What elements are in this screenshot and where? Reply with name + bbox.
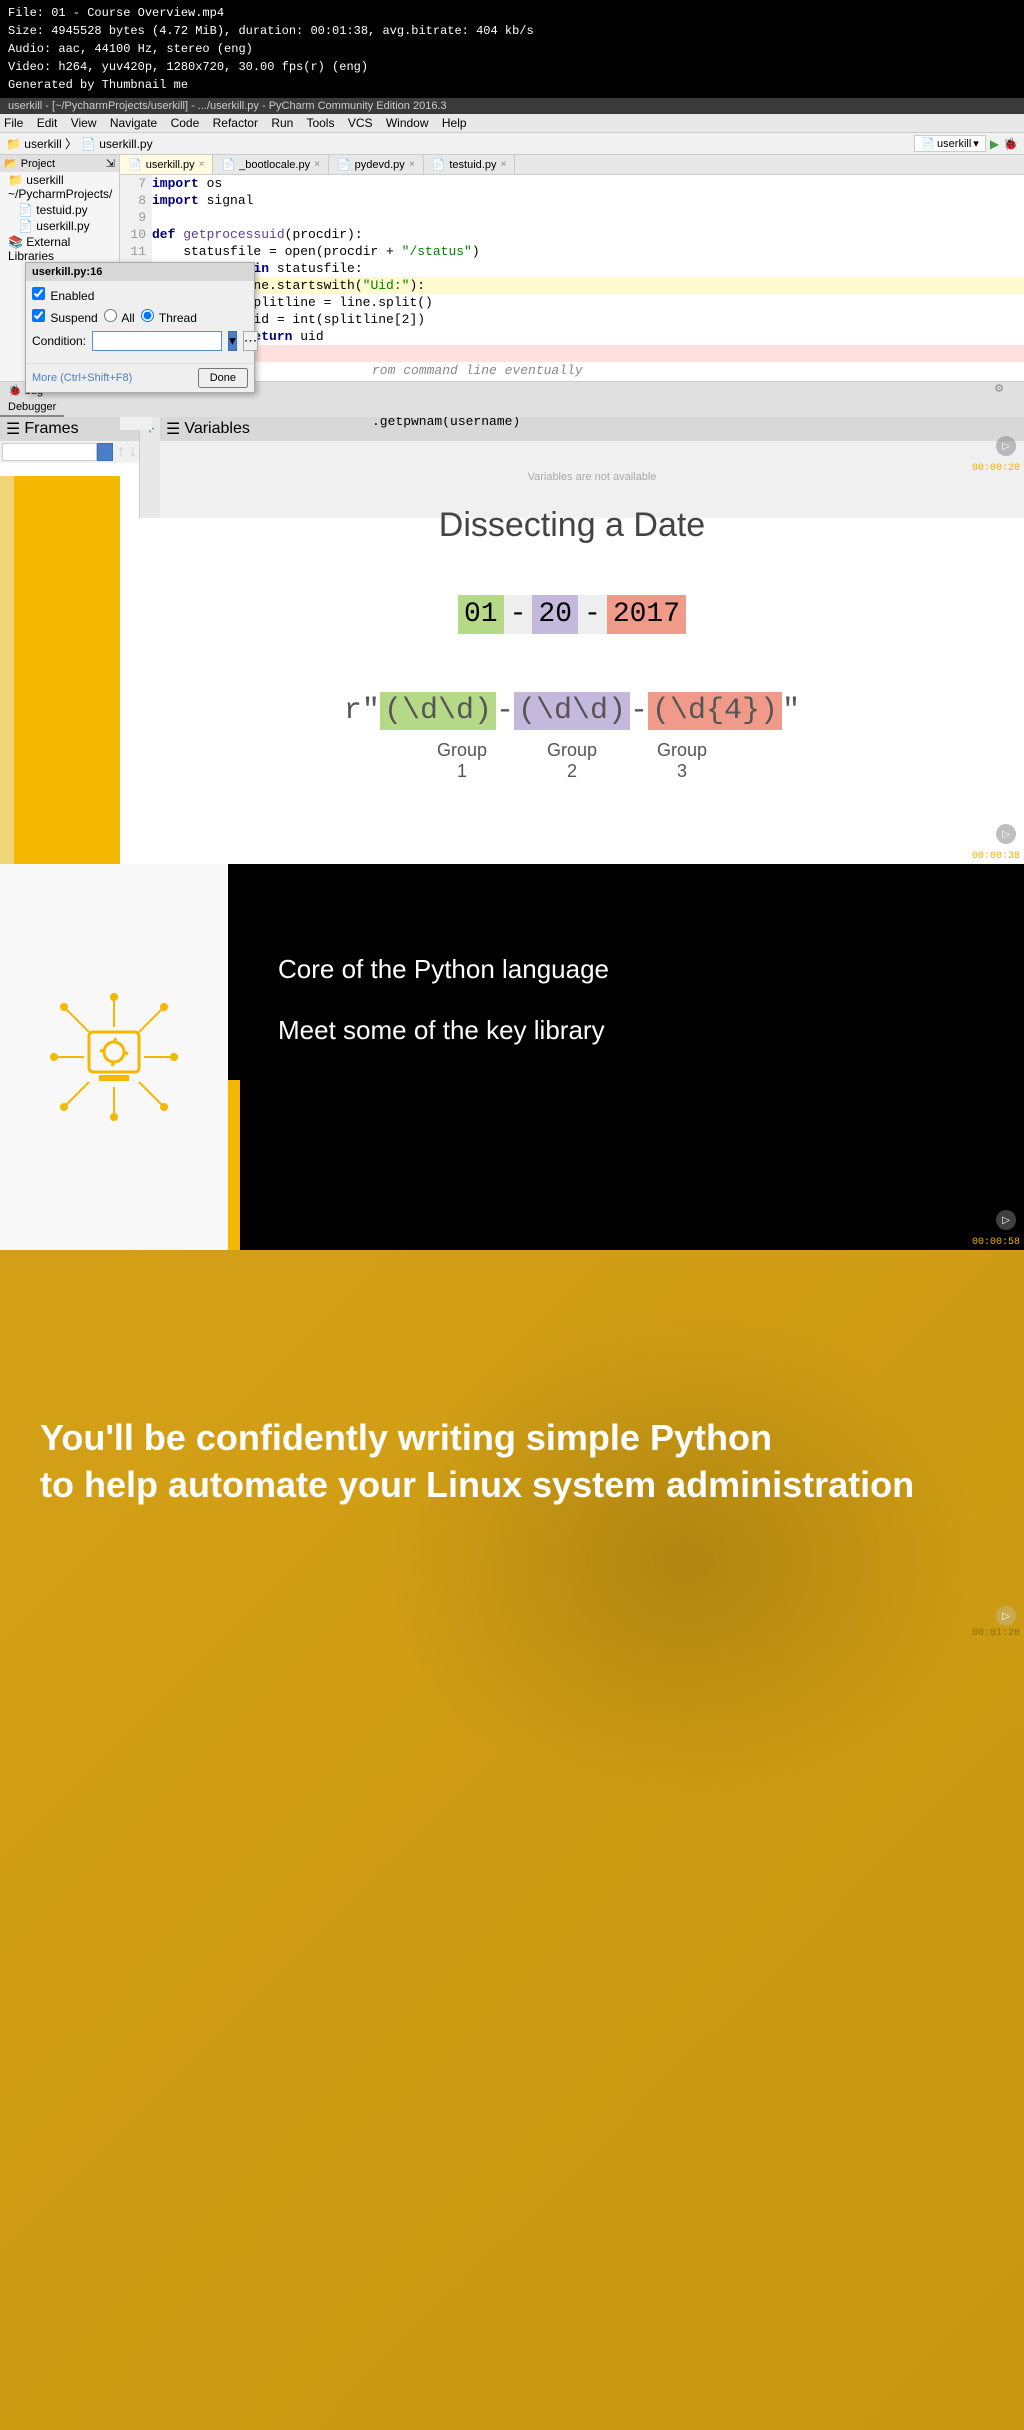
window-title: userkill - [~/PycharmProjects/userkill] … [0,98,1024,114]
date-sep1: - [504,595,533,634]
close-icon[interactable]: × [314,159,320,170]
enabled-checkbox[interactable]: Enabled [32,287,94,303]
date-example: 01 - 20 - 2017 [140,595,1004,634]
slide-core-python: Core of the Python language Meet some of… [0,864,1024,1250]
play-overlay-icon: ▷ [996,436,1016,456]
frames-dropdown-icon[interactable] [97,443,113,461]
debugger-tab[interactable]: Debugger [0,399,64,417]
menu-refactor[interactable]: Refactor [213,116,258,130]
audio-line: Audio: aac, 44100 Hz, stereo (eng) [8,40,1016,58]
play-overlay-icon: ▷ [996,1606,1016,1626]
video-line: Video: h264, yuv420p, 1280x720, 30.00 fp… [8,58,1016,76]
gen-line: Generated by Thumbnail me [8,76,1016,94]
condition-dropdown-icon[interactable]: ▾ [228,331,237,351]
slide-dissecting-date: Dissecting a Date 01 - 20 - 2017 r"(\d\d… [0,476,1024,864]
tab-userkill[interactable]: 📄 userkill.py × [120,155,213,174]
debug-button-icon[interactable]: 🐞 [1003,137,1018,151]
date-day: 20 [532,595,578,634]
computer-gear-icon [44,987,184,1127]
sidebar-collapse-icon[interactable]: ⇲ [106,157,115,170]
close-icon[interactable]: × [409,159,415,170]
tree-file-testuid[interactable]: 📄 testuid.py [0,202,119,218]
menubar: File Edit View Navigate Code Refactor Ru… [0,114,1024,133]
laptop-background [384,1310,984,1810]
menu-view[interactable]: View [71,116,97,130]
project-header[interactable]: 📂 Project ⇲ [0,155,119,172]
slide3-text: Core of the Python language Meet some of… [228,864,1024,1250]
condition-input[interactable] [92,331,222,351]
video-metadata-header: File: 01 - Course Overview.mp4 Size: 494… [0,0,1024,98]
menu-code[interactable]: Code [171,116,200,130]
menu-tools[interactable]: Tools [306,116,334,130]
tab-testuid[interactable]: 📄 testuid.py × [424,155,516,174]
editor-tabs: 📄 userkill.py × 📄 _bootlocale.py × 📄 pyd… [120,155,1024,175]
popup-title: userkill.py:16 [26,263,254,281]
date-month: 01 [458,595,504,634]
tree-external-libs[interactable]: 📚 External Libraries [0,234,119,264]
more-link[interactable]: More (Ctrl+Shift+F8) [32,372,132,384]
breadcrumb-bar: 📁 userkill 〉 📄 userkill.py 📄 userkill ▾ … [0,133,1024,155]
close-icon[interactable]: × [500,159,506,170]
frames-select[interactable] [2,443,97,461]
timestamp-4: 00:01:20 [972,1628,1020,1639]
breakpoint-popup: userkill.py:16 Enabled Suspend All Threa… [25,262,255,393]
accent-bar [228,1080,240,1250]
date-sep2: - [578,595,607,634]
condition-expand-icon[interactable]: ⋯ [243,331,258,351]
breadcrumb-project[interactable]: 📁 userkill 〉 [6,135,77,152]
timestamp-3: 00:00:58 [972,1237,1020,1248]
menu-window[interactable]: Window [386,116,429,130]
menu-file[interactable]: File [4,116,23,130]
slide-conclusion: You'll be confidently writing simple Pyt… [0,1250,1024,2430]
slide2-title: Dissecting a Date [140,506,1004,545]
frames-icon: ☰ [6,419,20,439]
regex-group1: (\d\d) [380,692,496,730]
group1-label: Group1 [422,740,502,782]
size-line: Size: 4945528 bytes (4.72 MiB), duration… [8,22,1016,40]
all-radio[interactable]: All [104,309,135,325]
gear-icon[interactable]: ⚙ [994,382,1004,395]
breadcrumb-file[interactable]: 📄 userkill.py [81,137,153,151]
timestamp-1: 00:00:20 [972,463,1020,474]
regex-example: r"(\d\d)-(\d\d)-(\d{4})" [140,694,1004,728]
file-line: File: 01 - Course Overview.mp4 [8,4,1016,22]
close-icon[interactable]: × [199,159,205,170]
thread-radio[interactable]: Thread [141,309,197,325]
play-overlay-icon: ▷ [996,1210,1016,1230]
slide4-text: You'll be confidently writing simple Pyt… [40,1415,914,1509]
ide-screenshot: userkill - [~/PycharmProjects/userkill] … [0,98,1024,476]
slide2-accent-bar [0,476,120,864]
done-button[interactable]: Done [198,368,248,388]
timestamp-2: 00:00:38 [972,851,1020,862]
run-button-icon[interactable]: ▶ [990,137,999,151]
menu-navigate[interactable]: Navigate [110,116,157,130]
group3-label: Group3 [642,740,722,782]
menu-run[interactable]: Run [271,116,293,130]
regex-group2: (\d\d) [514,692,630,730]
condition-label: Condition: [32,334,86,348]
run-config-selector[interactable]: 📄 userkill ▾ [914,135,985,152]
regex-group3: (\d{4}) [648,692,782,730]
tree-root[interactable]: 📁 userkill ~/PycharmProjects/ [0,172,119,202]
tab-pydevd[interactable]: 📄 pydevd.py × [329,155,424,174]
play-overlay-icon: ▷ [996,824,1016,844]
frame-down-icon[interactable]: ↓ [129,443,137,461]
tab-bootlocale[interactable]: 📄 _bootlocale.py × [213,155,329,174]
menu-edit[interactable]: Edit [37,116,58,130]
slide3-line1: Core of the Python language [278,954,974,985]
group2-label: Group2 [532,740,612,782]
tree-file-userkill[interactable]: 📄 userkill.py [0,218,119,234]
date-year: 2017 [607,595,686,634]
slide3-icon-area [0,864,228,1250]
menu-vcs[interactable]: VCS [348,116,373,130]
group-labels: Group1 Group2 Group3 [140,740,1004,782]
suspend-checkbox[interactable]: Suspend [32,309,98,325]
slide3-line2: Meet some of the key library [278,1015,974,1046]
menu-help[interactable]: Help [442,116,467,130]
frame-up-icon[interactable]: ↑ [113,443,129,461]
